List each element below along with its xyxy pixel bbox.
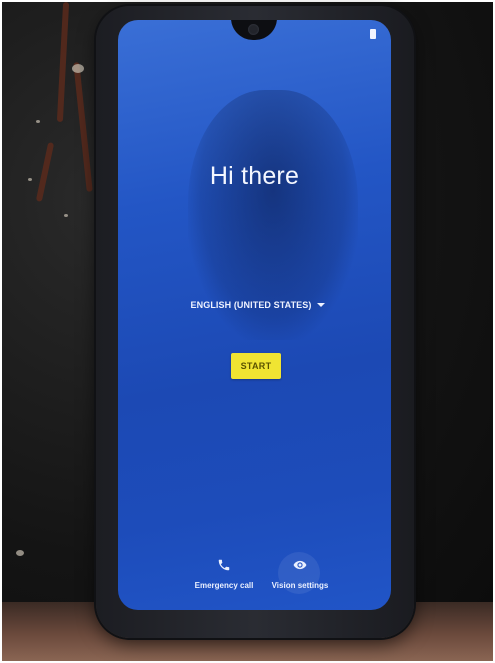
speck xyxy=(64,214,68,217)
start-button[interactable]: START xyxy=(231,353,281,379)
front-camera-icon xyxy=(248,24,259,35)
speck xyxy=(36,120,40,123)
language-label: ENGLISH (UNITED STATES) xyxy=(190,300,312,310)
start-button-label: START xyxy=(240,361,272,371)
wood-streak xyxy=(35,142,55,202)
speck xyxy=(72,64,84,73)
battery-icon xyxy=(370,29,376,39)
dropdown-arrow-icon xyxy=(317,303,326,307)
wood-streak xyxy=(56,2,70,123)
phone-icon xyxy=(218,559,230,571)
greeting-title: Hi there xyxy=(209,162,300,190)
phone-screen: Hi there ENGLISH (UNITED STATES) START E… xyxy=(118,20,391,610)
vision-settings-label: Vision settings xyxy=(271,581,329,590)
vision-settings-button[interactable]: Vision settings xyxy=(262,558,338,598)
speck xyxy=(16,550,24,556)
language-dropdown[interactable]: ENGLISH (UNITED STATES) xyxy=(178,296,338,314)
eye-icon xyxy=(293,560,307,570)
speck xyxy=(28,178,32,181)
wood-streak xyxy=(73,62,93,192)
emergency-call-button[interactable]: Emergency call xyxy=(188,558,260,598)
emergency-call-label: Emergency call xyxy=(194,581,254,590)
